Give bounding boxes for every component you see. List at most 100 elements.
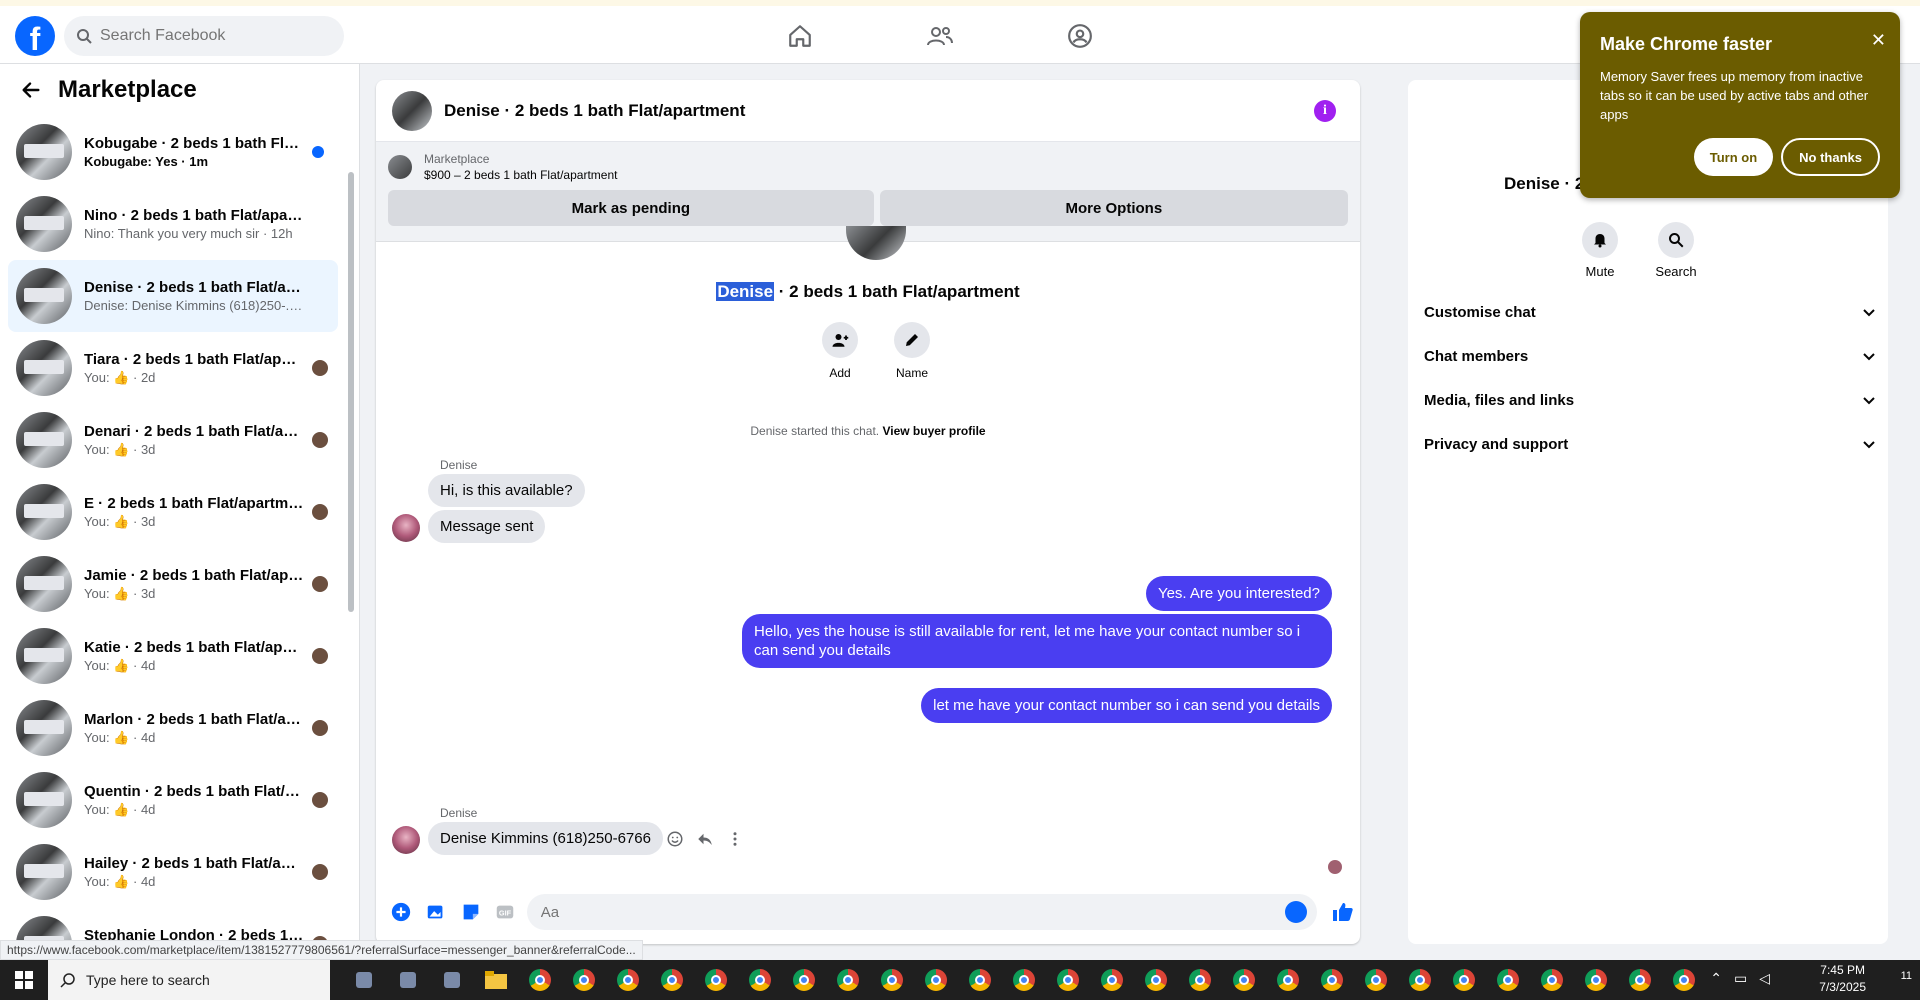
chrome-icon[interactable] xyxy=(1094,964,1130,996)
app-icon[interactable] xyxy=(434,964,470,996)
chrome-icon[interactable] xyxy=(1226,964,1262,996)
conversation-item[interactable]: Jamie · 2 beds 1 bath Flat/apa... You: 👍 … xyxy=(8,548,338,620)
turn-on-button[interactable]: Turn on xyxy=(1693,138,1774,176)
chrome-icon[interactable] xyxy=(962,964,998,996)
more-options-button[interactable]: More Options xyxy=(879,190,1348,226)
name-chat-button[interactable]: Name xyxy=(894,322,930,380)
thumbs-up-icon[interactable] xyxy=(1325,894,1360,930)
chrome-icon[interactable] xyxy=(918,964,954,996)
home-icon[interactable] xyxy=(780,18,820,54)
conversation-preview: You: 👍 · 4d xyxy=(84,658,304,674)
chrome-icon[interactable] xyxy=(1314,964,1350,996)
add-people-button[interactable]: Add xyxy=(822,322,858,380)
chrome-icon[interactable] xyxy=(1446,964,1482,996)
volume-icon[interactable]: ◁ xyxy=(1759,970,1770,987)
chrome-icon[interactable] xyxy=(874,964,910,996)
listing-thumbnail xyxy=(16,628,72,684)
task-view-icon[interactable] xyxy=(346,964,382,996)
details-section[interactable]: Chat members xyxy=(1424,334,1884,378)
taskbar-search[interactable]: Type here to search xyxy=(48,960,330,1000)
facebook-logo[interactable]: f xyxy=(15,16,55,56)
conversation-item[interactable]: Hailey · 2 beds 1 bath Flat/apa... You: 👍… xyxy=(8,836,338,908)
conversation-item[interactable]: Denari · 2 beds 1 bath Flat/ap... You: 👍 … xyxy=(8,404,338,476)
search-in-chat-button[interactable]: Search xyxy=(1655,222,1697,279)
incoming-message[interactable]: Hi, is this available? xyxy=(428,474,585,507)
conversation-item[interactable]: Marlon · 2 beds 1 bath Flat/ap... You: 👍 … xyxy=(8,692,338,764)
message-input-wrapper[interactable] xyxy=(526,894,1318,930)
react-icon[interactable] xyxy=(666,830,684,848)
mute-button[interactable]: Mute xyxy=(1580,222,1620,279)
app-icon[interactable] xyxy=(390,964,426,996)
chrome-icon[interactable] xyxy=(1402,964,1438,996)
groups-icon[interactable] xyxy=(1060,18,1100,54)
windows-start-icon[interactable] xyxy=(0,960,48,1000)
chrome-icon[interactable] xyxy=(1138,964,1174,996)
chrome-icon[interactable] xyxy=(1622,964,1658,996)
gif-icon[interactable]: GIF xyxy=(488,894,523,930)
reply-icon[interactable] xyxy=(696,830,714,848)
chrome-icon[interactable] xyxy=(1490,964,1526,996)
friends-icon[interactable] xyxy=(920,18,960,54)
chrome-icon[interactable] xyxy=(830,964,866,996)
details-section[interactable]: Customise chat xyxy=(1424,290,1884,334)
chrome-icon[interactable] xyxy=(610,964,646,996)
chrome-icon[interactable] xyxy=(786,964,822,996)
chrome-icon[interactable] xyxy=(1534,964,1570,996)
close-icon[interactable]: ✕ xyxy=(1871,30,1886,51)
chrome-icon[interactable] xyxy=(1578,964,1614,996)
chrome-icon[interactable] xyxy=(1006,964,1042,996)
chrome-icon[interactable] xyxy=(1270,964,1306,996)
chrome-icon[interactable] xyxy=(742,964,778,996)
chrome-icon[interactable] xyxy=(566,964,602,996)
conversation-item[interactable]: Katie · 2 beds 1 bath Flat/apar... You: 👍… xyxy=(8,620,338,692)
chrome-icon[interactable] xyxy=(1358,964,1394,996)
back-arrow-icon[interactable] xyxy=(20,79,42,101)
info-icon[interactable]: i xyxy=(1314,100,1336,122)
outgoing-message[interactable]: Hello, yes the house is still available … xyxy=(742,614,1332,668)
conversation-item[interactable]: Kobugabe · 2 beds 1 bath Flat/... Kobugab… xyxy=(8,116,338,188)
outgoing-message[interactable]: Yes. Are you interested? xyxy=(1145,576,1332,611)
photo-icon[interactable] xyxy=(419,894,454,930)
chrome-icon[interactable] xyxy=(654,964,690,996)
incoming-message[interactable]: Message sent xyxy=(428,510,546,543)
file-explorer-icon[interactable] xyxy=(478,964,514,996)
details-section[interactable]: Media, files and links xyxy=(1424,378,1884,422)
conversation-item[interactable]: Quentin · 2 beds 1 bath Flat/a... You: 👍 … xyxy=(8,764,338,836)
conversation-item[interactable]: E · 2 beds 1 bath Flat/apartment You: 👍 ·… xyxy=(8,476,338,548)
no-thanks-button[interactable]: No thanks xyxy=(1781,138,1880,176)
conversation-item[interactable]: Nino · 2 beds 1 bath Flat/apartm... Nino:… xyxy=(8,188,338,260)
outgoing-message[interactable]: let me have your contact number so i can… xyxy=(921,688,1332,723)
sticker-icon[interactable] xyxy=(453,894,488,930)
avatar[interactable] xyxy=(392,514,420,542)
incoming-message[interactable]: Denise Kimmins (618)250-6766 xyxy=(428,822,663,855)
search-facebook[interactable] xyxy=(64,16,344,56)
chrome-icon[interactable] xyxy=(522,964,558,996)
seen-avatar xyxy=(312,648,328,664)
chat-header-name[interactable]: Denise · 2 beds 1 bath Flat/apartment xyxy=(444,101,745,121)
details-section[interactable]: Privacy and support xyxy=(1424,422,1884,466)
more-vertical-icon[interactable] xyxy=(726,830,744,848)
search-input[interactable] xyxy=(100,27,320,45)
conversation-item[interactable]: Tiara · 2 beds 1 bath Flat/apar... You: 👍… xyxy=(8,332,338,404)
message-input[interactable] xyxy=(540,903,1301,921)
taskbar-clock[interactable]: 7:45 PM 7/3/2025 xyxy=(1819,962,1866,996)
chrome-icon[interactable] xyxy=(1666,964,1702,996)
banner-listing[interactable]: $900 – 2 beds 1 bath Flat/apartment xyxy=(424,168,617,182)
mark-as-pending-button[interactable]: Mark as pending xyxy=(388,190,874,226)
chrome-icon[interactable] xyxy=(1050,964,1086,996)
network-icon[interactable]: ▭ xyxy=(1734,970,1747,987)
conversation-scrollbar[interactable] xyxy=(348,116,356,876)
notification-center-icon[interactable]: 11 xyxy=(1901,970,1912,982)
view-buyer-profile-link[interactable]: View buyer profile xyxy=(882,424,985,438)
plus-icon[interactable] xyxy=(384,894,419,930)
chrome-icon[interactable] xyxy=(1182,964,1218,996)
listing-avatar[interactable] xyxy=(392,90,432,131)
listing-thumbnail[interactable] xyxy=(388,155,412,179)
search-label: Search xyxy=(1655,264,1697,279)
conversation-item[interactable]: Denise · 2 beds 1 bath Flat/apart... Deni… xyxy=(8,260,338,332)
chrome-icon[interactable] xyxy=(698,964,734,996)
conversation-preview: You: 👍 · 3d xyxy=(84,514,304,530)
avatar[interactable] xyxy=(392,826,420,854)
chevron-up-icon[interactable]: ⌃ xyxy=(1710,970,1722,987)
emoji-icon[interactable] xyxy=(1285,901,1308,923)
